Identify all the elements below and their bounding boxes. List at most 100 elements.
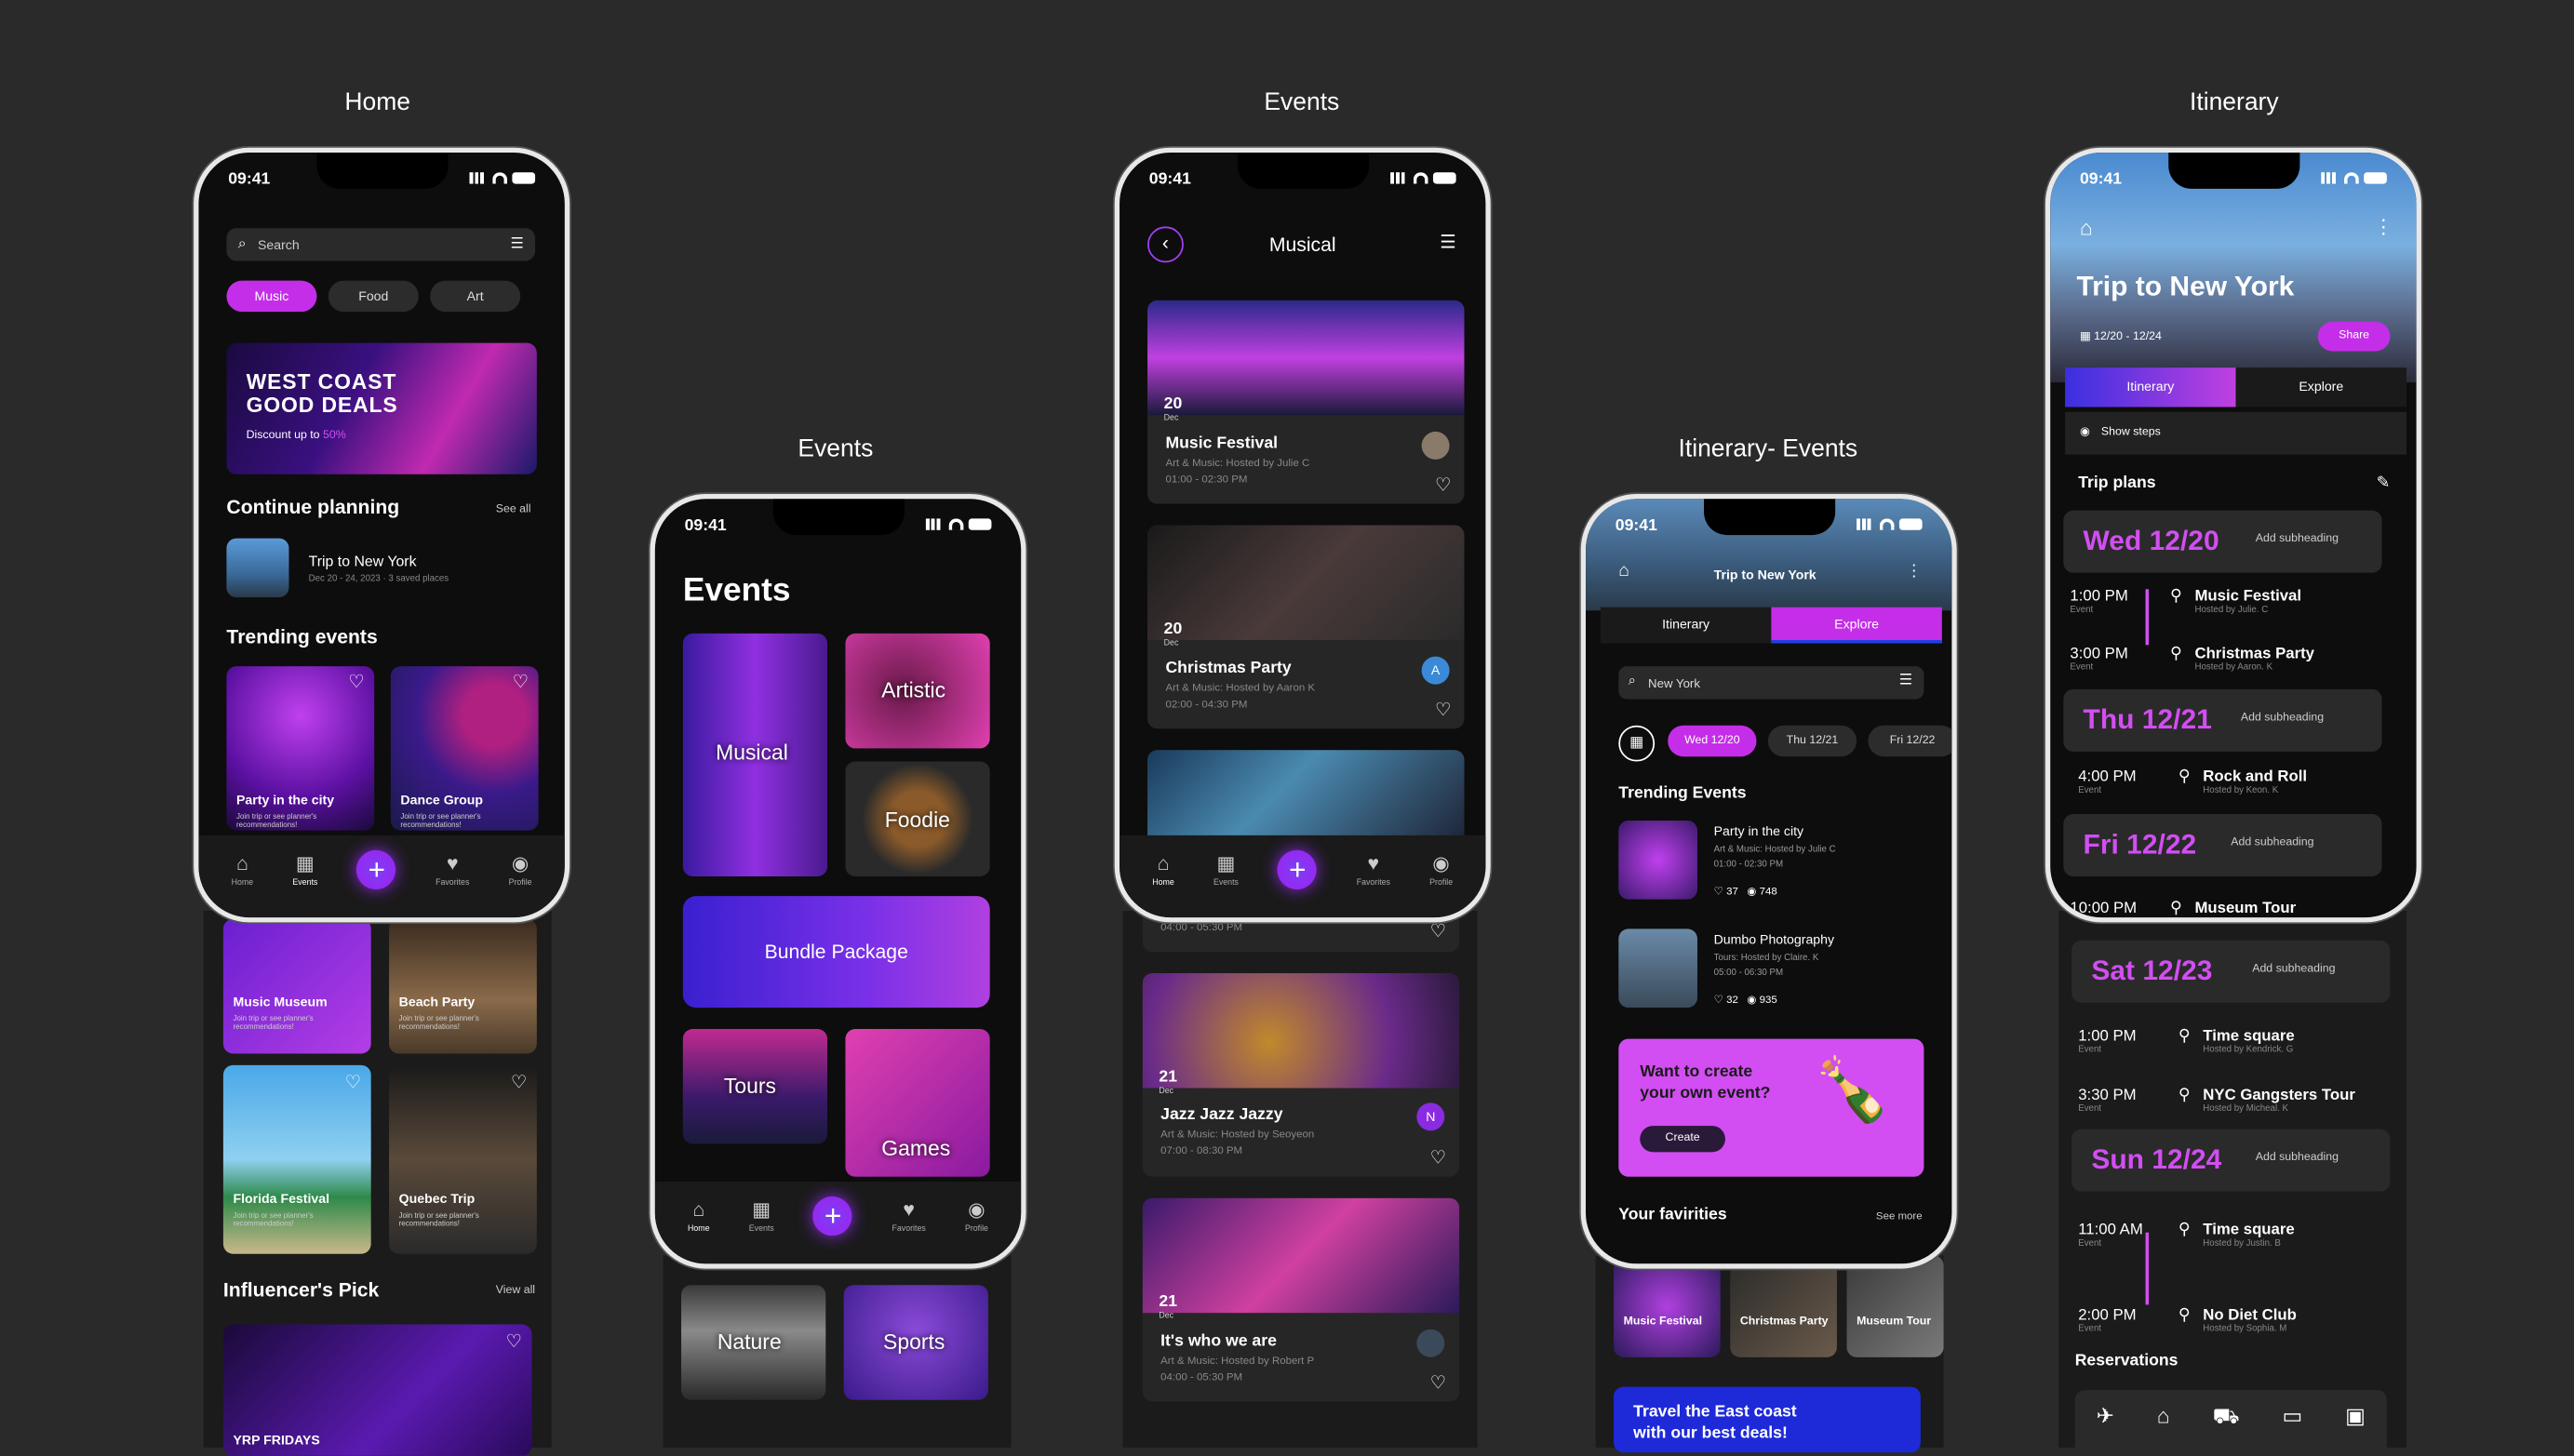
deal-banner[interactable]: Travel the East coast with our best deal…: [1614, 1386, 1921, 1453]
more-icon[interactable]: ⋮: [2374, 215, 2393, 238]
trip-name[interactable]: Trip to New York: [309, 553, 417, 569]
nav-home[interactable]: ⌂ Home: [1152, 852, 1174, 888]
add-subheading[interactable]: Add subheading: [2231, 837, 2313, 848]
add-subheading[interactable]: Add subheading: [2252, 963, 2335, 974]
itinerary-item[interactable]: 1:00 PM Event ⚲ Music Festival Hosted by Jul…: [2063, 582, 2375, 625]
create-button[interactable]: Create: [1640, 1126, 1725, 1153]
date-chip[interactable]: Thu 12/21: [1767, 725, 1857, 757]
filter-icon[interactable]: ☰: [1440, 232, 1455, 252]
itinerary-item[interactable]: 3:00 PM Event ⚲ Christmas Party Hosted by Aa…: [2063, 640, 2375, 683]
category-sports[interactable]: Sports: [843, 1285, 988, 1400]
chip-food[interactable]: Food: [328, 280, 419, 313]
itinerary-item[interactable]: 1:00 PM Event ⚲ Time square Hosted by Kendri…: [2071, 1022, 2383, 1065]
add-button[interactable]: +: [356, 849, 396, 890]
bundle-package-card[interactable]: Bundle Package: [682, 896, 990, 1009]
day-label: Sun 12/24: [2091, 1143, 2222, 1176]
add-button[interactable]: +: [1278, 849, 1318, 890]
heart-icon[interactable]: ♡: [506, 1331, 522, 1352]
add-subheading[interactable]: Add subheading: [2256, 533, 2339, 544]
trending-card-florida-festival[interactable]: ♡ Florida Festival Join trip or see plan…: [222, 1064, 371, 1254]
category-games[interactable]: Games: [845, 1029, 990, 1177]
event-card-christmas-party[interactable]: 20 Dec Christmas Party Art & Music: Host…: [1147, 525, 1465, 729]
event-name[interactable]: Dumbo Photography: [1714, 932, 1834, 947]
see-all-link[interactable]: See all: [496, 504, 531, 515]
heart-icon[interactable]: ♡: [511, 1072, 527, 1093]
influencer-card[interactable]: ♡ YRP FRIDAYS: [222, 1324, 532, 1456]
fav-museum-tour[interactable]: Museum Tour: [1846, 1255, 1944, 1357]
event-card-who-we-are[interactable]: 21 Dec It's who we are Art & Music: Host…: [1142, 1197, 1460, 1402]
nav-favorites[interactable]: ♥ Favorites: [892, 1198, 925, 1235]
home-icon[interactable]: ⌂: [1618, 561, 1629, 581]
trending-card-beach-party[interactable]: Beach Party Join trip or see planner's r…: [389, 918, 537, 1054]
event-card-music-festival[interactable]: 20 Dec Music Festival Art & Music: Hoste…: [1147, 300, 1465, 504]
nav-home[interactable]: ⌂ Home: [688, 1198, 710, 1235]
itinerary-item[interactable]: 3:30 PM Event ⚲ NYC Gangsters Tour Hosted by…: [2071, 1081, 2383, 1124]
trending-card-dance[interactable]: ♡ Dance Group Join trip or see planner's…: [390, 666, 539, 831]
category-foodie[interactable]: Foodie: [845, 761, 990, 876]
itinerary-item[interactable]: 2:00 PM Event ⚲ No Diet Club Hosted by Sophi…: [2071, 1302, 2383, 1344]
nav-profile[interactable]: ◉ Profile: [965, 1198, 988, 1235]
add-subheading[interactable]: Add subheading: [2256, 1152, 2339, 1163]
date-chip[interactable]: Fri 12/22: [1868, 725, 1952, 757]
date-chip[interactable]: Wed 12/20: [1668, 725, 1757, 757]
nav-favorites[interactable]: ♥ Favorites: [1357, 852, 1390, 888]
nav-profile[interactable]: ◉ Profile: [509, 852, 532, 888]
heart-icon[interactable]: ♡: [1435, 474, 1451, 496]
add-button[interactable]: +: [812, 1196, 853, 1236]
category-musical[interactable]: Musical: [682, 633, 828, 876]
create-event-promo[interactable]: Want to create your own event? Create 🍾: [1618, 1038, 1924, 1177]
category-nature[interactable]: Nature: [681, 1285, 826, 1400]
trending-card-quebec-trip[interactable]: ♡ Quebec Trip Join trip or see planner's…: [389, 1064, 537, 1254]
itinerary-item[interactable]: 11:00 AM Event ⚲ Time square Hosted by Justi…: [2071, 1216, 2383, 1259]
share-button[interactable]: Share: [2317, 321, 2391, 352]
search-input[interactable]: ⌕ Search ☰: [226, 228, 536, 261]
filter-icon[interactable]: ☰: [510, 234, 523, 252]
itinerary-item[interactable]: 4:00 PM Event ⚲ Rock and Roll Hosted by Keon…: [2071, 763, 2383, 806]
search-input[interactable]: ⌕ New York ☰: [1618, 666, 1924, 700]
chip-music[interactable]: Music: [226, 280, 317, 313]
heart-icon[interactable]: ♡: [345, 1072, 361, 1093]
more-icon[interactable]: ⋮: [1906, 563, 1923, 581]
fav-christmas-party[interactable]: Christmas Party: [1730, 1255, 1837, 1357]
car-icon[interactable]: ⛟: [2213, 1403, 2240, 1455]
filter-icon[interactable]: ☰: [1899, 671, 1912, 688]
bus-icon[interactable]: ▭: [2282, 1403, 2302, 1455]
hotel-icon[interactable]: ⌂: [2157, 1403, 2170, 1455]
trending-card-music-museum[interactable]: Music Museum Join trip or see planner's …: [222, 918, 371, 1054]
itinerary-item[interactable]: 10:00 PM ⚲ Museum Tour: [2063, 894, 2375, 917]
event-name[interactable]: Party in the city: [1714, 824, 1803, 839]
plane-icon[interactable]: ✈: [2097, 1403, 2114, 1455]
tab-explore[interactable]: Explore: [1771, 607, 1942, 644]
nav-favorites[interactable]: ♥ Favorites: [436, 852, 469, 888]
nav-home[interactable]: ⌂ Home: [232, 852, 254, 888]
heart-icon[interactable]: ♡: [513, 671, 529, 692]
calendar-button[interactable]: ▦: [1618, 725, 1656, 762]
category-tours[interactable]: Tours: [682, 1029, 828, 1144]
tab-itinerary[interactable]: Itinerary: [2065, 367, 2236, 407]
category-artistic[interactable]: Artistic: [845, 633, 990, 749]
nav-profile[interactable]: ◉ Profile: [1429, 852, 1453, 888]
trip-saved: 3 saved places: [388, 574, 449, 584]
add-subheading[interactable]: Add subheading: [2241, 713, 2324, 724]
train-icon[interactable]: ▣: [2345, 1403, 2366, 1455]
heart-icon[interactable]: ♡: [348, 671, 364, 692]
nav-events[interactable]: ▦ Events: [292, 852, 317, 888]
heart-icon[interactable]: ♡: [1430, 1147, 1446, 1169]
view-all-link[interactable]: View all: [496, 1285, 535, 1296]
chip-art[interactable]: Art: [430, 280, 521, 313]
trending-card-party[interactable]: ♡ Party in the city Join trip or see pla…: [226, 666, 375, 831]
home-icon[interactable]: ⌂: [2080, 215, 2093, 239]
tab-explore[interactable]: Explore: [2235, 367, 2407, 407]
see-more-link[interactable]: See more: [1876, 1211, 1923, 1222]
tab-itinerary[interactable]: Itinerary: [1600, 607, 1772, 644]
heart-icon[interactable]: ♡: [1430, 921, 1446, 942]
heart-icon[interactable]: ♡: [1435, 699, 1451, 720]
edit-icon[interactable]: ✎: [2377, 474, 2391, 492]
promo-banner[interactable]: WEST COAST GOOD DEALS Discount up to 50%: [226, 342, 537, 474]
event-card-jazz[interactable]: 21 Dec Jazz Jazz Jazzy Art & Music: Host…: [1142, 973, 1460, 1177]
nav-events[interactable]: ▦ Events: [1213, 852, 1239, 888]
show-steps-row[interactable]: ◉ Show steps: [2065, 411, 2407, 455]
heart-icon[interactable]: ♡: [1430, 1372, 1446, 1393]
nav-events[interactable]: ▦ Events: [749, 1198, 774, 1235]
fav-music-festival[interactable]: Music Festival: [1614, 1255, 1721, 1357]
